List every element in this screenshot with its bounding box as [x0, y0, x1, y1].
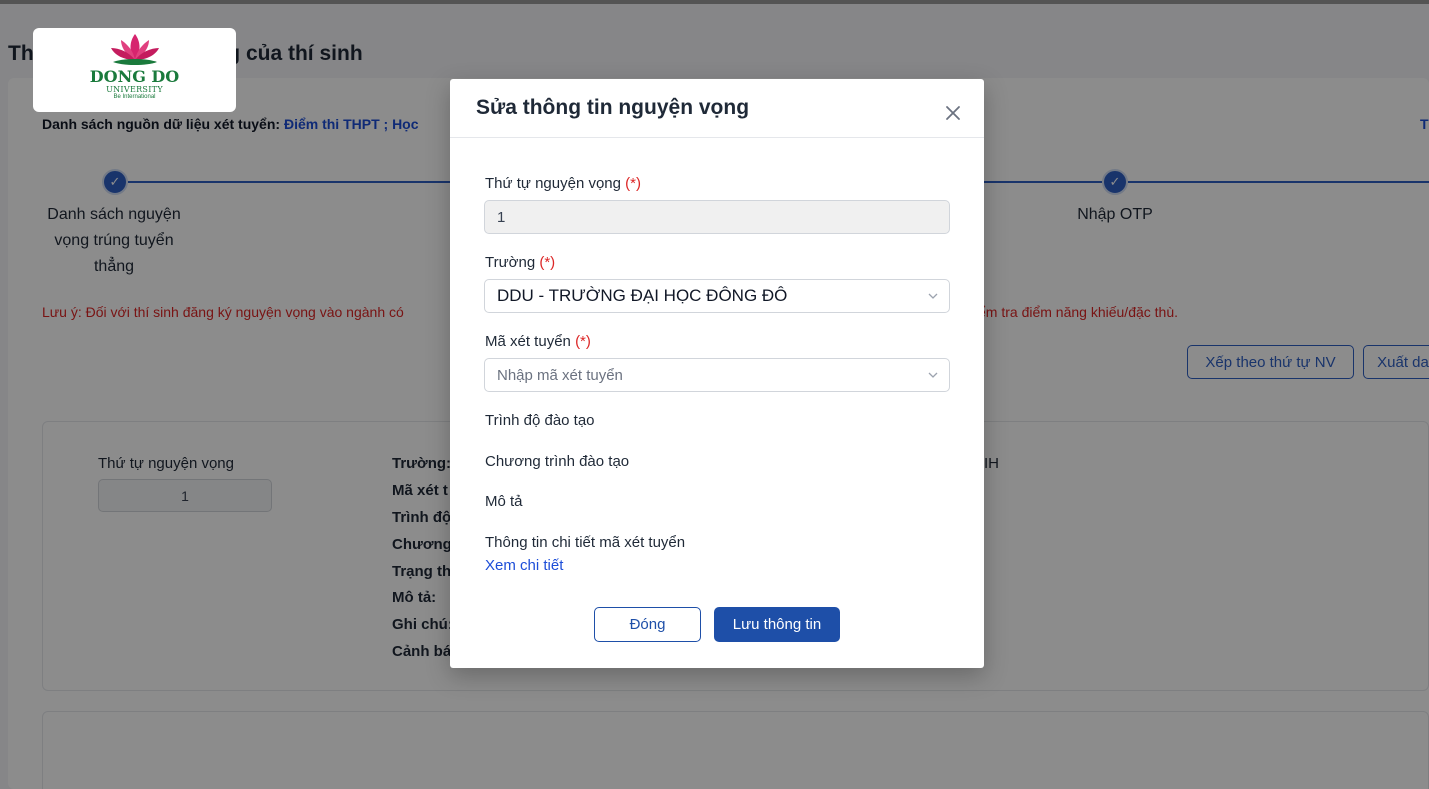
chevron-down-icon	[928, 372, 938, 378]
order-field-label: Thứ tự nguyện vọng (*)	[485, 175, 641, 192]
school-select-value: DDU - TRƯỜNG ĐẠI HỌC ĐÔNG ĐÔ	[497, 286, 788, 305]
close-button[interactable]: Đóng	[594, 607, 701, 642]
admission-code-field-label: Mã xét tuyển (*)	[485, 333, 591, 350]
edit-aspiration-modal: Sửa thông tin nguyện vọng Thứ tự nguyện …	[450, 79, 984, 668]
close-icon[interactable]	[942, 102, 964, 124]
logo-subtitle: UNIVERSITY	[106, 85, 163, 94]
view-detail-link[interactable]: Xem chi tiết	[485, 557, 563, 574]
training-level-label: Trình độ đào tạo	[485, 412, 595, 429]
school-field-label: Trường (*)	[485, 254, 556, 271]
admission-code-select[interactable]: Nhập mã xét tuyển	[484, 358, 950, 392]
school-select[interactable]: DDU - TRƯỜNG ĐẠI HỌC ĐÔNG ĐÔ	[484, 279, 950, 313]
required-mark: (*)	[625, 175, 641, 192]
training-program-label: Chương trình đào tạo	[485, 453, 630, 470]
order-input[interactable]: 1	[484, 200, 950, 234]
description-label: Mô tả	[485, 493, 523, 510]
modal-header: Sửa thông tin nguyện vọng	[450, 79, 984, 138]
admission-code-placeholder: Nhập mã xét tuyển	[497, 366, 623, 384]
lotus-icon	[110, 34, 159, 65]
chevron-down-icon	[928, 293, 938, 299]
required-mark: (*)	[575, 333, 591, 350]
save-button[interactable]: Lưu thông tin	[714, 607, 840, 642]
dong-do-logo: DONG DO UNIVERSITY Be International	[33, 28, 236, 112]
modal-title: Sửa thông tin nguyện vọng	[476, 96, 750, 119]
required-mark: (*)	[539, 254, 556, 271]
logo-name: DONG DO	[89, 67, 180, 86]
logo-tagline: Be International	[113, 94, 156, 100]
code-detail-label: Thông tin chi tiết mã xét tuyển	[485, 534, 686, 551]
